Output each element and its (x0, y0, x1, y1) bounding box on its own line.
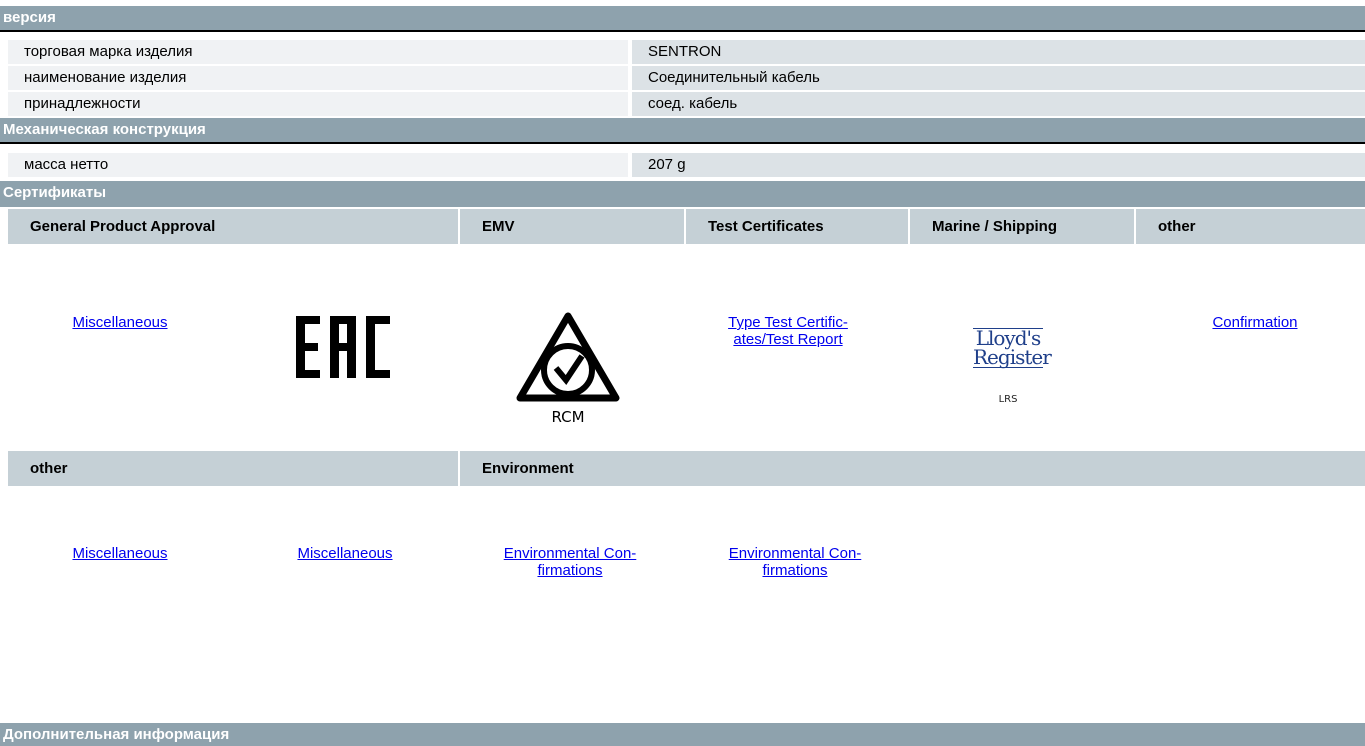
register-text: Register (973, 345, 1052, 369)
spec-value: SENTRON (632, 40, 1365, 64)
col-environment: Environment (460, 451, 1365, 486)
col-test-certificates: Test Certificates (686, 209, 908, 244)
environmental-confirmations-link[interactable]: Environmental Con- firmations (705, 545, 885, 579)
link-line: firmations (537, 562, 603, 579)
miscellaneous-link[interactable]: Miscellaneous (40, 314, 200, 331)
section-header-mechanical: Механическая конструкция (0, 118, 1365, 144)
rcm-text: RCM (551, 408, 584, 426)
link-line: firmations (762, 562, 828, 579)
eac-logo-icon (296, 316, 390, 378)
lrs-text: LRS (998, 394, 1018, 405)
spec-label: принадлежности (8, 92, 628, 116)
spec-label: масса нетто (8, 153, 628, 177)
link-line: Environmental Con- (728, 545, 862, 562)
spec-value: Соединительный кабель (632, 66, 1365, 90)
spec-label: наименование изделия (8, 66, 628, 90)
col-emv: EMV (460, 209, 684, 244)
section-header-additional-info: Дополнительная информация (0, 723, 1365, 746)
cert-table-header: General Product Approval EMV Test Certif… (8, 209, 1365, 244)
spec-row: принадлежности соед. кабель (8, 92, 1365, 116)
section-header-version: версия (0, 6, 1365, 32)
miscellaneous-link[interactable]: Miscellaneous (40, 545, 200, 562)
confirmation-link[interactable]: Confirmation (1170, 314, 1340, 331)
miscellaneous-link[interactable]: Miscellaneous (265, 545, 425, 562)
col-general-product-approval: General Product Approval (8, 209, 458, 244)
spec-label: торговая марка изделия (8, 40, 628, 64)
spec-row: масса нетто 207 g (8, 153, 1365, 177)
section-header-certificates: Сертификаты (0, 181, 1365, 207)
col-other: other (8, 451, 458, 486)
spec-row: торговая марка изделия SENTRON (8, 40, 1365, 64)
spec-row: наименование изделия Соединительный кабе… (8, 66, 1365, 90)
rcm-logo-icon: RCM (516, 312, 620, 426)
link-line: Type Test Certific- (728, 314, 848, 331)
cert-table-header: other Environment (8, 451, 1365, 486)
col-other: other (1136, 209, 1365, 244)
link-line: ates/Test Report (733, 331, 843, 348)
spec-value: соед. кабель (632, 92, 1365, 116)
spec-value: 207 g (632, 153, 1365, 177)
link-line: Environmental Con- (503, 545, 637, 562)
environmental-confirmations-link[interactable]: Environmental Con- firmations (480, 545, 660, 579)
type-test-certificates-link[interactable]: Type Test Certific- ates/Test Report (703, 314, 873, 348)
col-marine-shipping: Marine / Shipping (910, 209, 1134, 244)
lloyds-register-logo-icon: Lloyd's Register LRS (973, 328, 1052, 405)
